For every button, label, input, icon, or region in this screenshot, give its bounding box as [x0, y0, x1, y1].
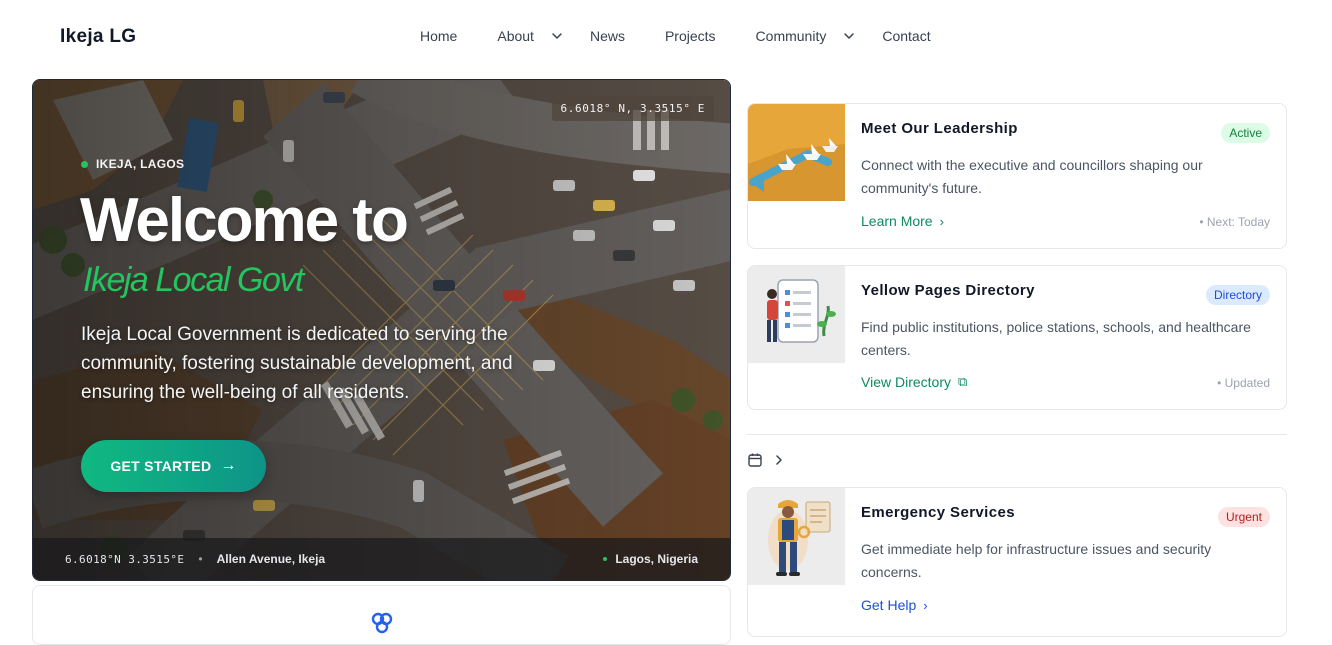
nav-community[interactable]: Community	[756, 28, 857, 44]
directory-card[interactable]: Yellow Pages Directory Directory Find pu…	[747, 265, 1287, 410]
view-directory-link[interactable]: View Directory ⧉	[861, 374, 967, 390]
paper-boats-illustration	[748, 104, 845, 201]
chevron-down-icon[interactable]	[842, 29, 856, 43]
section-divider	[747, 434, 1287, 435]
get-started-button[interactable]: GET STARTED →	[81, 440, 266, 492]
card-description: Find public institutions, police station…	[861, 319, 1251, 358]
chevron-right-icon: ›	[939, 213, 944, 229]
card-meta: • Updated	[1217, 376, 1270, 390]
secondary-card	[32, 585, 731, 645]
chevron-down-icon[interactable]	[550, 29, 564, 43]
get-help-label: Get Help	[861, 597, 917, 613]
hero-footer-bar: 6.6018°N 3.3515°E • Allen Avenue, Ikeja …	[33, 538, 730, 580]
footer-address: Allen Avenue, Ikeja	[216, 552, 326, 566]
hero-subtitle: Ikeja Local Govt	[83, 261, 304, 299]
site-logo[interactable]: Ikeja LG	[60, 26, 136, 48]
nav-home[interactable]: Home	[420, 28, 457, 44]
status-badge: Directory	[1205, 285, 1270, 305]
chevron-right-icon: ›	[923, 597, 928, 613]
location-tag: IKEJA, LAGOS	[81, 157, 184, 171]
learn-more-label: Learn More	[861, 213, 933, 229]
view-directory-label: View Directory	[861, 374, 951, 390]
calendar-icon	[748, 453, 762, 467]
status-badge: Active	[1221, 123, 1270, 143]
footer-coordinates: 6.6018°N 3.3515°E	[65, 552, 185, 566]
card-title: Emergency Services	[861, 504, 1015, 521]
hero-banner: 6.6018° N, 3.3515° E IKEJA, LAGOS Welcom…	[32, 79, 731, 581]
status-badge: Urgent	[1217, 507, 1270, 527]
checklist-illustration	[748, 266, 845, 363]
hero-title: Welcome to	[80, 186, 409, 255]
learn-more-link[interactable]: Learn More ›	[861, 213, 944, 229]
card-description: Connect with the executive and councillo…	[861, 157, 1203, 196]
nav-news[interactable]: News	[590, 28, 625, 44]
community-icon	[371, 612, 393, 634]
nav-home-label: Home	[420, 28, 458, 44]
nav-about-label: About	[497, 28, 534, 44]
nav-community-label: Community	[755, 28, 827, 44]
arrow-right-icon: →	[220, 457, 237, 474]
site-header: Ikeja LG Home About News Projects Commun…	[0, 0, 1332, 76]
card-description: Get immediate help for infrastructure is…	[861, 541, 1212, 580]
footer-region-label: Lagos, Nigeria	[615, 552, 698, 566]
location-tag-label: IKEJA, LAGOS	[96, 157, 185, 171]
footer-separator: •	[198, 552, 203, 566]
get-help-link[interactable]: Get Help ›	[861, 597, 928, 613]
emergency-card[interactable]: Emergency Services Urgent Get immediate …	[747, 487, 1287, 637]
date-row[interactable]	[747, 452, 785, 468]
leadership-card[interactable]: Meet Our Leadership Active Connect with …	[747, 103, 1287, 249]
region-dot-icon	[603, 557, 608, 561]
card-meta: • Next: Today	[1199, 215, 1270, 229]
worker-illustration	[748, 488, 845, 585]
nav-about[interactable]: About	[497, 28, 564, 44]
nav-contact-label: Contact	[882, 28, 931, 44]
nav-contact[interactable]: Contact	[882, 28, 930, 44]
nav-news-label: News	[589, 28, 625, 44]
footer-region: Lagos, Nigeria	[603, 552, 698, 566]
hero-description: Ikeja Local Government is dedicated to s…	[81, 324, 513, 403]
chevron-right-icon[interactable]	[773, 454, 785, 466]
nav-projects-label: Projects	[664, 28, 716, 44]
card-title: Yellow Pages Directory	[861, 282, 1035, 299]
status-dot-icon	[81, 160, 88, 168]
main-nav: Home About News Projects Community Conta…	[420, 28, 931, 44]
card-title: Meet Our Leadership	[861, 120, 1018, 137]
coordinates-badge: 6.6018° N, 3.3515° E	[551, 96, 714, 121]
get-started-label: GET STARTED	[110, 458, 212, 474]
nav-projects[interactable]: Projects	[665, 28, 716, 44]
external-link-icon: ⧉	[958, 374, 968, 389]
